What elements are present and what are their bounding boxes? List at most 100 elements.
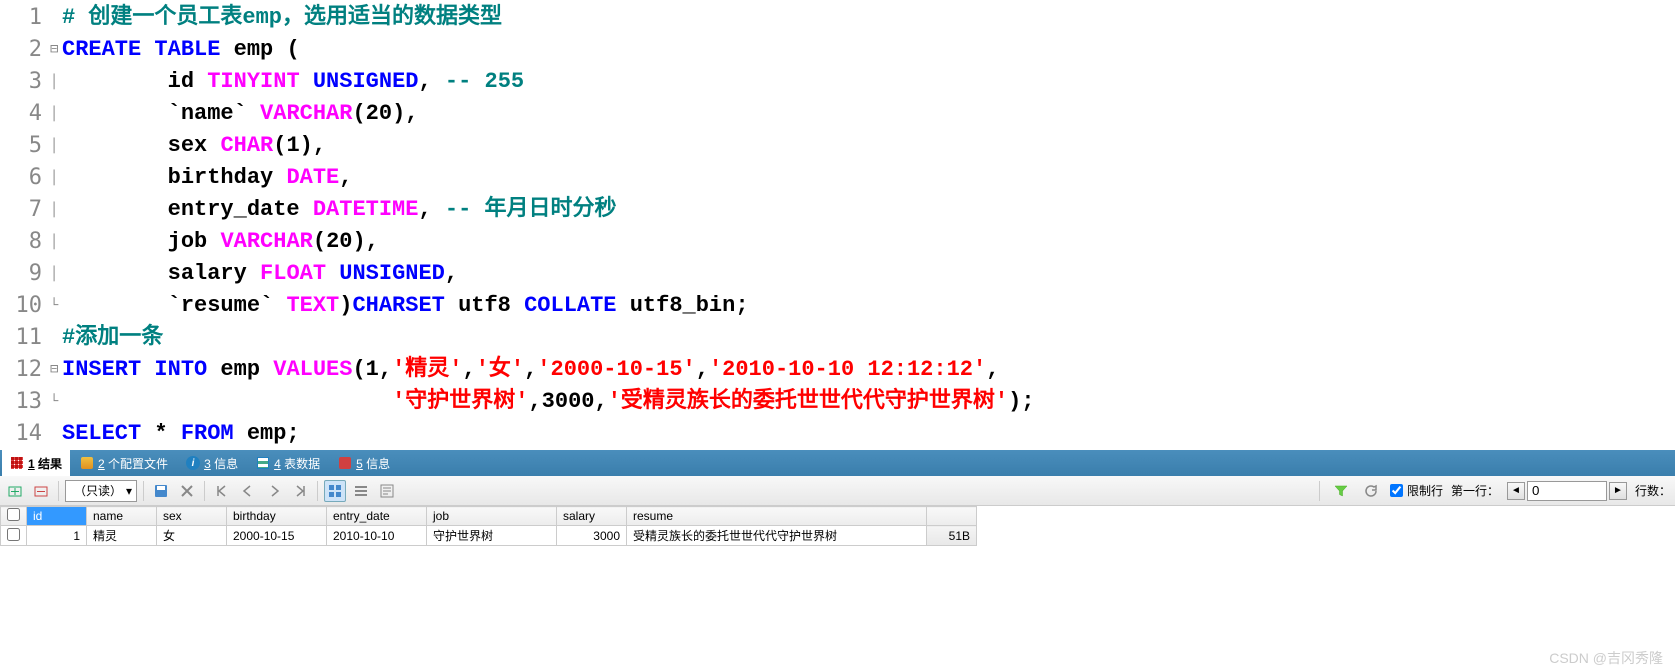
code-line[interactable]: `resume` TEXT)CHARSET utf8 COLLATE utf8_… xyxy=(62,290,1675,322)
fold-marker: │ xyxy=(50,258,62,290)
blob-size-cell: 51B xyxy=(927,526,977,546)
cell-job[interactable]: 守护世界树 xyxy=(427,526,557,546)
code-line[interactable]: # 创建一个员工表emp，选用适当的数据类型 xyxy=(62,2,1675,34)
line-number: 1 xyxy=(0,2,42,34)
result-tab[interactable]: 4 表数据 xyxy=(248,450,328,476)
code-token: ) xyxy=(392,101,405,126)
result-tab[interactable]: 1 结果 xyxy=(2,450,70,476)
code-line[interactable]: id TINYINT UNSIGNED, -- 255 xyxy=(62,66,1675,98)
code-editor[interactable]: 1234567891011121314 ⊟│││││││└ ⊟└ # 创建一个员… xyxy=(0,0,1675,450)
code-token: utf8 xyxy=(445,293,524,318)
column-header[interactable]: job xyxy=(427,507,557,526)
firstrow-decrement-icon[interactable]: ◄ xyxy=(1507,482,1525,500)
limit-rows-input[interactable] xyxy=(1390,484,1403,497)
fold-marker[interactable]: ⊟ xyxy=(50,34,62,66)
readonly-dropdown[interactable]: （只读） ▾ xyxy=(65,480,137,502)
result-tab[interactable]: 5 信息 xyxy=(330,450,398,476)
column-header[interactable]: name xyxy=(87,507,157,526)
code-token: , xyxy=(366,229,379,254)
cell-salary[interactable]: 3000 xyxy=(557,526,627,546)
last-row-icon[interactable] xyxy=(289,480,311,502)
add-row-icon[interactable] xyxy=(4,480,26,502)
code-token: -- 255 xyxy=(445,69,524,94)
results-grid[interactable]: idnamesexbirthdayentry_datejobsalaryresu… xyxy=(0,506,1675,546)
blob-size-header xyxy=(927,507,977,526)
code-token: , xyxy=(418,197,444,222)
code-line[interactable]: entry_date DATETIME, -- 年月日时分秒 xyxy=(62,194,1675,226)
column-header[interactable]: sex xyxy=(157,507,227,526)
fold-marker: │ xyxy=(50,194,62,226)
code-token: TEXT xyxy=(286,293,339,318)
tab-label: 3 信息 xyxy=(204,455,238,472)
refresh-icon[interactable] xyxy=(1360,480,1382,502)
line-number: 5 xyxy=(0,130,42,162)
code-token: TABLE xyxy=(154,37,220,62)
line-number: 4 xyxy=(0,98,42,130)
cell-resume[interactable]: 受精灵族长的委托世世代代守护世界树 xyxy=(627,526,927,546)
cancel-edit-icon[interactable] xyxy=(176,480,198,502)
grid-view-icon[interactable] xyxy=(324,480,346,502)
code-token: ) xyxy=(352,229,365,254)
code-token: birthday xyxy=(62,165,286,190)
header-checkbox-cell[interactable] xyxy=(1,507,27,526)
code-line[interactable]: '守护世界树',3000,'受精灵族长的委托世世代代守护世界树'); xyxy=(62,386,1675,418)
code-token: ( xyxy=(313,229,326,254)
prev-row-icon[interactable] xyxy=(237,480,259,502)
code-token: 3000 xyxy=(542,389,595,414)
code-line[interactable]: birthday DATE, xyxy=(62,162,1675,194)
code-token: ) xyxy=(300,133,313,158)
line-number: 6 xyxy=(0,162,42,194)
code-line[interactable]: `name` VARCHAR(20), xyxy=(62,98,1675,130)
code-token: UNSIGNED xyxy=(313,69,419,94)
delete-row-icon[interactable] xyxy=(30,480,52,502)
first-row-input[interactable] xyxy=(1527,481,1607,501)
code-line[interactable]: CREATE TABLE emp ( xyxy=(62,34,1675,66)
code-line[interactable]: sex CHAR(1), xyxy=(62,130,1675,162)
cell-name[interactable]: 精灵 xyxy=(87,526,157,546)
code-token: , xyxy=(445,261,458,286)
code-line[interactable]: job VARCHAR(20), xyxy=(62,226,1675,258)
result-tab[interactable]: i3 信息 xyxy=(178,450,246,476)
code-token: `name` xyxy=(62,101,260,126)
code-token: id xyxy=(62,69,207,94)
code-line[interactable]: #添加一条 xyxy=(62,322,1675,354)
column-header[interactable]: id xyxy=(27,507,87,526)
code-token: ) xyxy=(1008,389,1021,414)
code-token: `resume` xyxy=(62,293,286,318)
readonly-label: （只读） xyxy=(74,482,122,499)
result-tab[interactable]: 2 个配置文件 xyxy=(72,450,176,476)
code-content[interactable]: # 创建一个员工表emp，选用适当的数据类型CREATE TABLE emp (… xyxy=(62,2,1675,450)
column-header[interactable]: salary xyxy=(557,507,627,526)
code-line[interactable]: INSERT INTO emp VALUES(1,'精灵','女','2000-… xyxy=(62,354,1675,386)
cell-sex[interactable]: 女 xyxy=(157,526,227,546)
column-header[interactable]: entry_date xyxy=(327,507,427,526)
fold-marker: │ xyxy=(50,226,62,258)
grid-icon xyxy=(10,456,24,470)
firstrow-increment-icon[interactable]: ► xyxy=(1609,482,1627,500)
save-icon[interactable] xyxy=(150,480,172,502)
fold-marker: │ xyxy=(50,130,62,162)
cell-birthday[interactable]: 2000-10-15 xyxy=(227,526,327,546)
column-header[interactable]: resume xyxy=(627,507,927,526)
code-token: FROM xyxy=(181,421,234,446)
fold-gutter[interactable]: ⊟│││││││└ ⊟└ xyxy=(50,2,62,450)
code-token: ( xyxy=(352,101,365,126)
row-checkbox-cell[interactable] xyxy=(1,526,27,546)
tabledata-icon xyxy=(256,456,270,470)
code-line[interactable]: SELECT * FROM emp; xyxy=(62,418,1675,450)
code-line[interactable]: salary FLOAT UNSIGNED, xyxy=(62,258,1675,290)
form-view-icon[interactable] xyxy=(350,480,372,502)
cell-entry_date[interactable]: 2010-10-10 xyxy=(327,526,427,546)
filter-icon[interactable] xyxy=(1330,480,1352,502)
cell-id[interactable]: 1 xyxy=(27,526,87,546)
fold-marker: │ xyxy=(50,98,62,130)
code-token: DATE xyxy=(286,165,339,190)
first-row-icon[interactable] xyxy=(211,480,233,502)
limit-rows-checkbox[interactable]: 限制行 xyxy=(1390,482,1443,499)
fold-marker[interactable]: ⊟ xyxy=(50,354,62,386)
column-header[interactable]: birthday xyxy=(227,507,327,526)
table-row[interactable]: 1精灵女2000-10-152010-10-10守护世界树3000受精灵族长的委… xyxy=(1,526,977,546)
code-token xyxy=(326,261,339,286)
next-row-icon[interactable] xyxy=(263,480,285,502)
text-view-icon[interactable] xyxy=(376,480,398,502)
